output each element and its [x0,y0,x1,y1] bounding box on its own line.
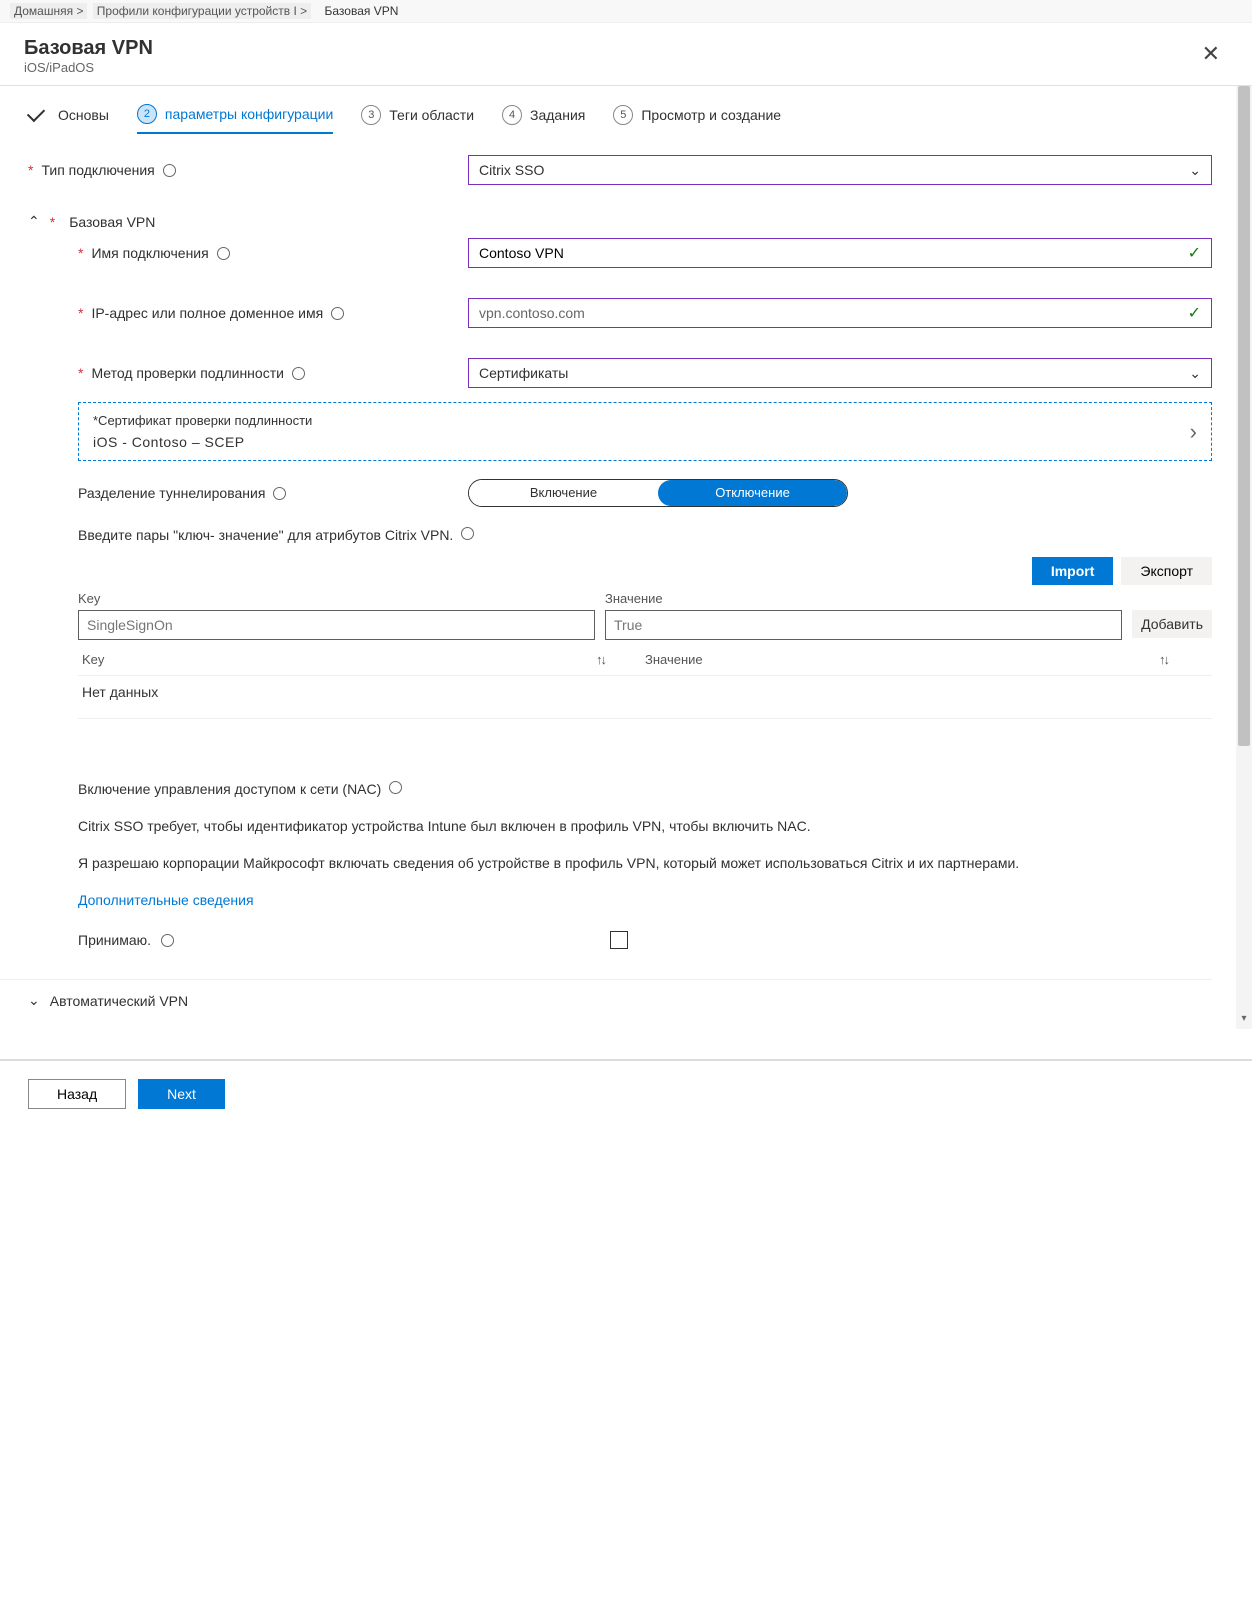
agree-checkbox[interactable] [610,931,628,949]
step-label: параметры конфигурации [165,106,333,122]
next-button[interactable]: Next [138,1079,225,1109]
step-number: 3 [361,105,381,125]
select-value: Citrix SSO [479,162,544,178]
sort-icon[interactable]: ↑↓ [1159,652,1168,667]
label-ip: IP-адрес или полное доменное имя [91,305,323,321]
scroll-thumb[interactable] [1238,86,1250,746]
col-key[interactable]: Key [82,652,104,667]
section-title: Базовая VPN [69,214,155,230]
input-ip-address[interactable]: ✓ [468,298,1212,328]
step-label: Просмотр и создание [641,107,781,123]
info-icon[interactable] [292,367,305,380]
export-button[interactable]: Экспорт [1121,557,1212,585]
step-basics[interactable]: Основы [28,107,109,131]
select-value: Сертификаты [479,365,568,381]
import-button[interactable]: Import [1032,557,1114,585]
step-scope-tags[interactable]: 3 Теги области [361,105,474,133]
toggle-split-tunnel[interactable]: Включение Отключение [468,479,848,507]
chevron-down-icon: ⌄ [1189,162,1201,179]
cert-selector[interactable]: *Сертификат проверки подлинности iOS - C… [78,402,1212,461]
row-auth-method: *Метод проверки подлинности Сертификаты … [78,358,1212,388]
info-icon[interactable] [217,247,230,260]
info-icon[interactable] [461,527,474,540]
kv-value-input[interactable] [605,610,1122,640]
nac-section: Включение управления доступом к сети (NA… [78,779,1212,949]
row-connection-name: *Имя подключения ✓ [78,238,1212,268]
nac-more-link[interactable]: Дополнительные сведения [78,890,1212,911]
breadcrumb: Домашняя > Профили конфигурации устройст… [0,0,1252,23]
breadcrumb-home[interactable]: Домашняя > [10,3,87,19]
step-label: Теги области [389,107,474,123]
check-icon: ✓ [1188,243,1201,263]
kv-section: Введите пары "ключ- значение" для атрибу… [78,527,1212,543]
info-icon[interactable] [273,487,286,500]
col-value[interactable]: Значение [645,652,703,667]
row-split-tunnel: Разделение туннелирования Включение Откл… [78,479,1212,507]
chevron-right-icon: › [1190,419,1197,445]
panel-subtitle: iOS/iPadOS [24,60,153,75]
toggle-enable[interactable]: Включение [469,480,658,506]
chevron-down-icon: ⌄ [28,992,40,1009]
auto-vpn-label: Автоматический VPN [50,993,188,1009]
label-connection-name: Имя подключения [91,245,208,261]
breadcrumb-profiles[interactable]: Профили конфигурации устройств I > [93,3,311,19]
breadcrumb-current: Базовая VPN [317,3,403,19]
row-connection-type: *Тип подключения Citrix SSO ⌄ [28,155,1212,185]
step-label: Основы [58,107,109,123]
step-assignments[interactable]: 4 Задания [502,105,585,133]
panel-header: Базовая VPN iOS/iPadOS ✕ [0,23,1252,86]
scroll-down-icon[interactable]: ▾ [1236,1013,1252,1029]
scrollbar[interactable]: ▴ ▾ [1236,86,1252,1029]
info-icon[interactable] [161,934,174,947]
select-connection-type[interactable]: Citrix SSO ⌄ [468,155,1212,185]
step-review[interactable]: 5 Просмотр и создание [613,105,781,133]
check-icon [27,104,45,122]
input-connection-name[interactable]: ✓ [468,238,1212,268]
nac-text-2: Я разрешаю корпорации Майкрософт включат… [78,853,1212,874]
row-ip-address: *IP-адрес или полное доменное имя ✓ [78,298,1212,328]
section-auto-vpn[interactable]: ⌄ Автоматический VPN [0,979,1212,1009]
footer: Назад Next [0,1059,1252,1127]
input-field[interactable] [479,240,1177,266]
kv-intro: Введите пары "ключ- значение" для атрибу… [78,527,453,543]
kv-empty: Нет данных [78,675,1212,719]
sort-icon[interactable]: ↑↓ [596,652,605,667]
panel-title: Базовая VPN [24,37,153,60]
back-button[interactable]: Назад [28,1079,126,1109]
chevron-up-icon: ⌃ [28,213,40,230]
kv-value-label: Значение [605,591,1122,606]
info-icon[interactable] [163,164,176,177]
section-base-vpn[interactable]: ⌃ * Базовая VPN [28,197,1212,238]
cert-value: iOS - Contoso – SCEP [93,434,312,450]
add-button[interactable]: Добавить [1132,610,1212,638]
label-connection-type: Тип подключения [41,162,154,178]
info-icon[interactable] [389,781,402,794]
step-number: 5 [613,105,633,125]
toggle-disable[interactable]: Отключение [658,480,847,506]
wizard-steps: Основы 2 параметры конфигурации 3 Теги о… [28,104,1212,135]
input-field[interactable] [479,300,1177,326]
chevron-down-icon: ⌄ [1189,365,1201,382]
check-icon: ✓ [1188,303,1201,323]
step-number: 2 [137,104,157,124]
label-split: Разделение туннелирования [78,485,265,501]
step-label: Задания [530,107,585,123]
nac-text-1: Citrix SSO требует, чтобы идентификатор … [78,816,1212,837]
step-configuration[interactable]: 2 параметры конфигурации [137,104,333,134]
step-number: 4 [502,105,522,125]
nac-title: Включение управления доступом к сети (NA… [78,781,381,797]
kv-key-input[interactable] [78,610,595,640]
kv-key-label: Key [78,591,595,606]
label-auth: Метод проверки подлинности [91,365,283,381]
info-icon[interactable] [331,307,344,320]
kv-table-header: Key ↑↓ Значение ↑↓ [78,640,1212,675]
cert-label: *Сертификат проверки подлинности [93,413,312,428]
close-icon[interactable]: ✕ [1194,37,1228,71]
agree-label: Принимаю. [78,932,151,948]
select-auth-method[interactable]: Сертификаты ⌄ [468,358,1212,388]
content-area: Основы 2 параметры конфигурации 3 Теги о… [0,86,1252,1029]
